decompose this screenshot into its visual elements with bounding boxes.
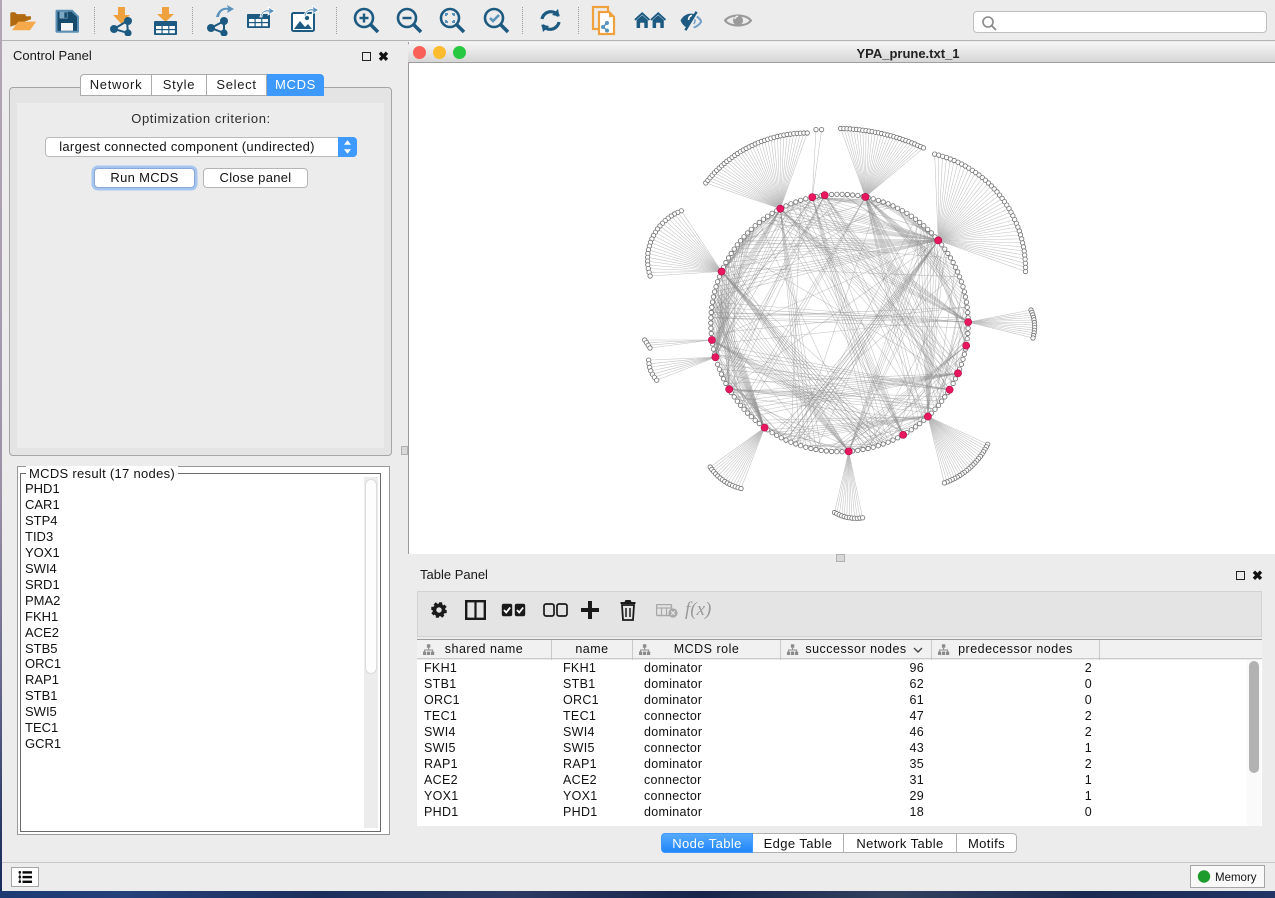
svg-text:Memory: Memory bbox=[1215, 872, 1257, 884]
